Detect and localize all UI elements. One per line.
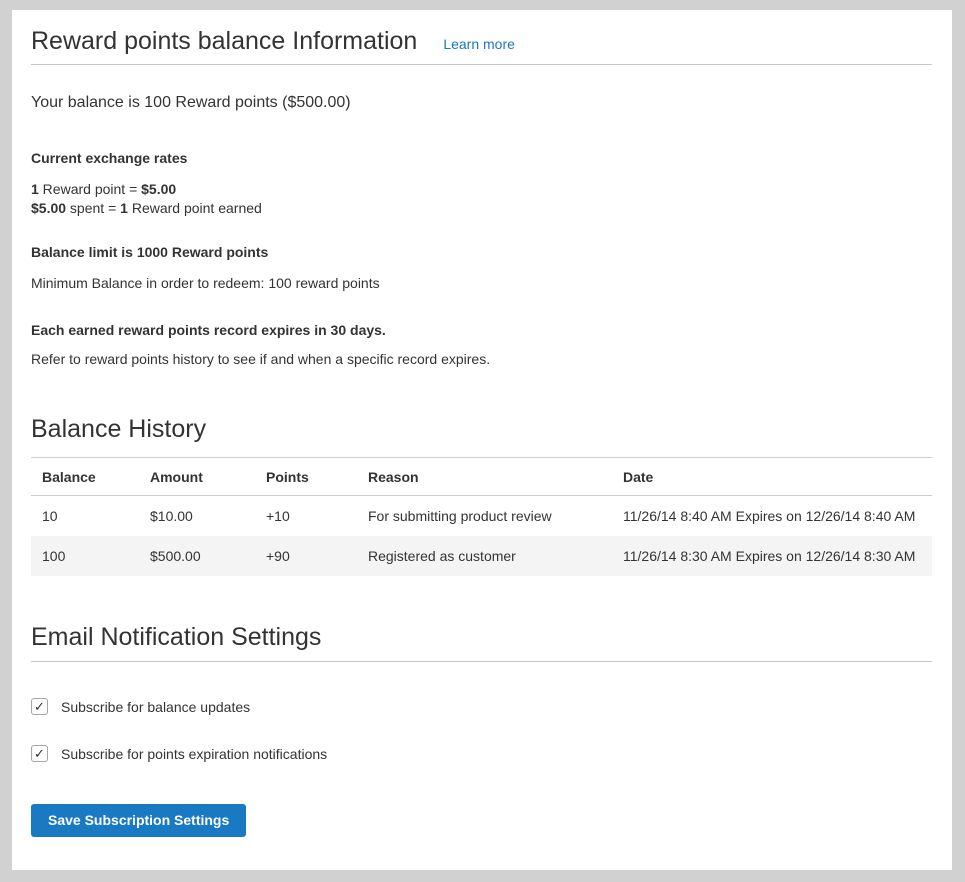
expiration-note: Refer to reward points history to see if…	[31, 351, 932, 368]
cell-points: +90	[255, 536, 357, 576]
exchange-line1-bold1: 1	[31, 181, 39, 197]
column-header-balance: Balance	[31, 458, 139, 496]
cell-date: 11/26/14 8:40 AM Expires on 12/26/14 8:4…	[612, 496, 932, 537]
header-divider	[31, 64, 932, 65]
table-header-row: Balance Amount Points Reason Date	[31, 458, 932, 496]
cell-points: +10	[255, 496, 357, 537]
learn-more-link[interactable]: Learn more	[443, 36, 515, 52]
cell-amount: $500.00	[139, 536, 255, 576]
header: Reward points balance Information Learn …	[31, 26, 932, 56]
checkmark-icon: ✓	[34, 700, 45, 713]
exchange-rate-line-2: $5.00 spent = 1 Reward point earned	[31, 199, 932, 218]
subscribe-expiration-row: ✓ Subscribe for points expiration notifi…	[31, 745, 932, 762]
table-row: 100 $500.00 +90 Registered as customer 1…	[31, 536, 932, 576]
column-header-reason: Reason	[357, 458, 612, 496]
cell-reason: For submitting product review	[357, 496, 612, 537]
balance-summary-text: Your balance is 100 Reward points ($500.…	[31, 92, 932, 114]
reward-points-card: Reward points balance Information Learn …	[12, 10, 952, 870]
table-row: 10 $10.00 +10 For submitting product rev…	[31, 496, 932, 537]
balance-updates-label[interactable]: Subscribe for balance updates	[61, 699, 250, 715]
cell-date: 11/26/14 8:30 AM Expires on 12/26/14 8:3…	[612, 536, 932, 576]
cell-balance: 100	[31, 536, 139, 576]
exchange-line2-bold1: $5.00	[31, 200, 66, 216]
page-background: Reward points balance Information Learn …	[0, 0, 965, 882]
exchange-line2-bold2: 1	[120, 200, 128, 216]
save-subscription-settings-button[interactable]: Save Subscription Settings	[31, 804, 246, 837]
expiration-notifications-checkbox[interactable]: ✓	[31, 745, 48, 762]
balance-history-table: Balance Amount Points Reason Date 10 $10…	[31, 457, 932, 576]
exchange-line1-text1: Reward point =	[39, 181, 141, 197]
exchange-line1-bold2: $5.00	[141, 181, 176, 197]
balance-updates-checkbox[interactable]: ✓	[31, 698, 48, 715]
expiration-notifications-label[interactable]: Subscribe for points expiration notifica…	[61, 746, 327, 762]
minimum-redeem-note: Minimum Balance in order to redeem: 100 …	[31, 275, 932, 292]
cell-balance: 10	[31, 496, 139, 537]
cell-amount: $10.00	[139, 496, 255, 537]
column-header-date: Date	[612, 458, 932, 496]
balance-history-title: Balance History	[31, 414, 932, 444]
exchange-rate-line-1: 1 Reward point = $5.00	[31, 180, 932, 199]
column-header-amount: Amount	[139, 458, 255, 496]
email-settings-divider	[31, 661, 932, 662]
exchange-rates-heading: Current exchange rates	[31, 150, 932, 167]
exchange-rates-lines: 1 Reward point = $5.00 $5.00 spent = 1 R…	[31, 180, 932, 218]
email-settings-title: Email Notification Settings	[31, 622, 932, 652]
exchange-line2-text2: Reward point earned	[128, 200, 262, 216]
expiration-heading: Each earned reward points record expires…	[31, 322, 932, 339]
cell-reason: Registered as customer	[357, 536, 612, 576]
checkmark-icon: ✓	[34, 747, 45, 760]
balance-limit-heading: Balance limit is 1000 Reward points	[31, 244, 932, 261]
page-title: Reward points balance Information	[31, 26, 417, 56]
subscribe-balance-updates-row: ✓ Subscribe for balance updates	[31, 698, 932, 715]
column-header-points: Points	[255, 458, 357, 496]
exchange-line2-text1: spent =	[66, 200, 120, 216]
